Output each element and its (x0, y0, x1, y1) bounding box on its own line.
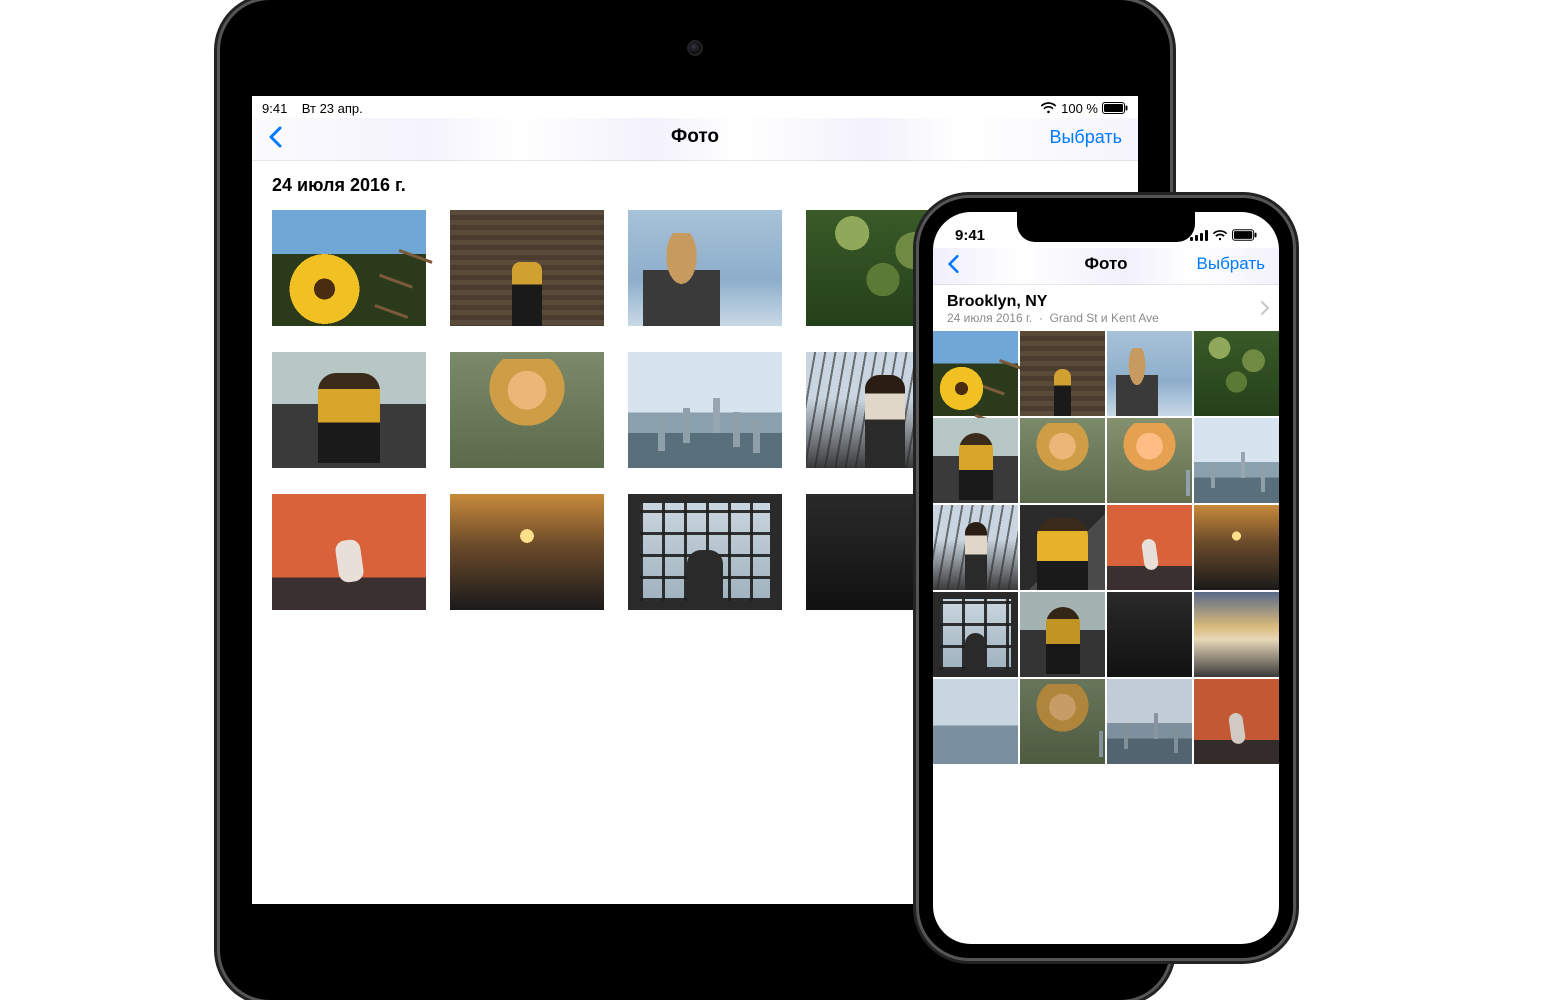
photo-thumbnail[interactable] (272, 210, 426, 326)
photo-thumbnail[interactable] (1107, 592, 1192, 677)
ipad-status-right: 100 % (1040, 101, 1128, 116)
iphone-notch (1017, 212, 1195, 242)
photo-thumbnail[interactable] (450, 494, 604, 610)
iphone-status-right (1190, 229, 1257, 241)
photo-thumbnail[interactable] (450, 210, 604, 326)
photo-thumbnail[interactable] (1107, 331, 1192, 416)
photo-thumbnail[interactable] (1107, 505, 1192, 590)
iphone-status-time: 9:41 (955, 227, 985, 244)
photo-thumbnail[interactable] (272, 494, 426, 610)
select-button[interactable]: Выбрать (1197, 254, 1265, 274)
photo-thumbnail[interactable] (933, 418, 1018, 503)
ipad-status-left: 9:41 Вт 23 апр. (262, 101, 363, 116)
chevron-right-icon (1261, 301, 1269, 315)
iphone-section-header[interactable]: Brooklyn, NY 24 июля 2016 г. · Grand St … (933, 285, 1279, 331)
back-button[interactable] (947, 254, 959, 274)
photo-thumbnail[interactable] (1194, 505, 1279, 590)
photo-thumbnail[interactable] (933, 592, 1018, 677)
iphone-nav-title: Фото (1085, 254, 1128, 274)
photo-thumbnail[interactable] (1020, 679, 1105, 764)
wifi-icon (1212, 230, 1228, 241)
photo-thumbnail[interactable] (1020, 505, 1105, 590)
wifi-icon (1040, 102, 1057, 114)
iphone-nav-bar: Фото Выбрать (933, 248, 1279, 285)
photo-thumbnail[interactable] (1194, 592, 1279, 677)
photo-thumbnail[interactable] (1107, 679, 1192, 764)
ipad-nav-bar: Фото Выбрать (252, 118, 1138, 161)
photo-thumbnail[interactable] (1194, 418, 1279, 503)
ipad-status-date: Вт 23 апр. (302, 101, 363, 116)
ipad-status-bar: 9:41 Вт 23 апр. 100 % (252, 96, 1138, 118)
ipad-camera (689, 42, 701, 54)
photo-thumbnail[interactable] (933, 505, 1018, 590)
photo-thumbnail[interactable] (1020, 331, 1105, 416)
photo-thumbnail[interactable] (450, 352, 604, 468)
ipad-status-time: 9:41 (262, 101, 287, 116)
photo-thumbnail[interactable] (933, 679, 1018, 764)
section-subtitle: 24 июля 2016 г. · Grand St и Kent Ave (947, 311, 1265, 325)
photo-thumbnail[interactable] (933, 331, 1018, 416)
photo-thumbnail[interactable] (628, 352, 782, 468)
photo-thumbnail[interactable] (1194, 679, 1279, 764)
ipad-battery-pct: 100 % (1061, 101, 1098, 116)
photo-thumbnail[interactable] (1107, 418, 1192, 503)
photo-thumbnail[interactable] (272, 352, 426, 468)
photo-thumbnail[interactable] (1020, 592, 1105, 677)
back-button[interactable] (268, 126, 282, 148)
iphone-screen: 9:41 Фото Выбрать Brooklyn, NY (933, 212, 1279, 944)
ipad-nav-title: Фото (671, 126, 719, 148)
select-button[interactable]: Выбрать (1049, 127, 1122, 148)
section-location: Brooklyn, NY (947, 293, 1265, 311)
battery-icon (1232, 229, 1257, 241)
iphone-photo-grid (933, 331, 1279, 764)
battery-icon (1102, 102, 1128, 114)
iphone-device-frame: 9:41 Фото Выбрать Brooklyn, NY (919, 198, 1293, 958)
photo-thumbnail[interactable] (628, 210, 782, 326)
photo-thumbnail[interactable] (628, 494, 782, 610)
photo-thumbnail[interactable] (1020, 418, 1105, 503)
photo-thumbnail[interactable] (1194, 331, 1279, 416)
